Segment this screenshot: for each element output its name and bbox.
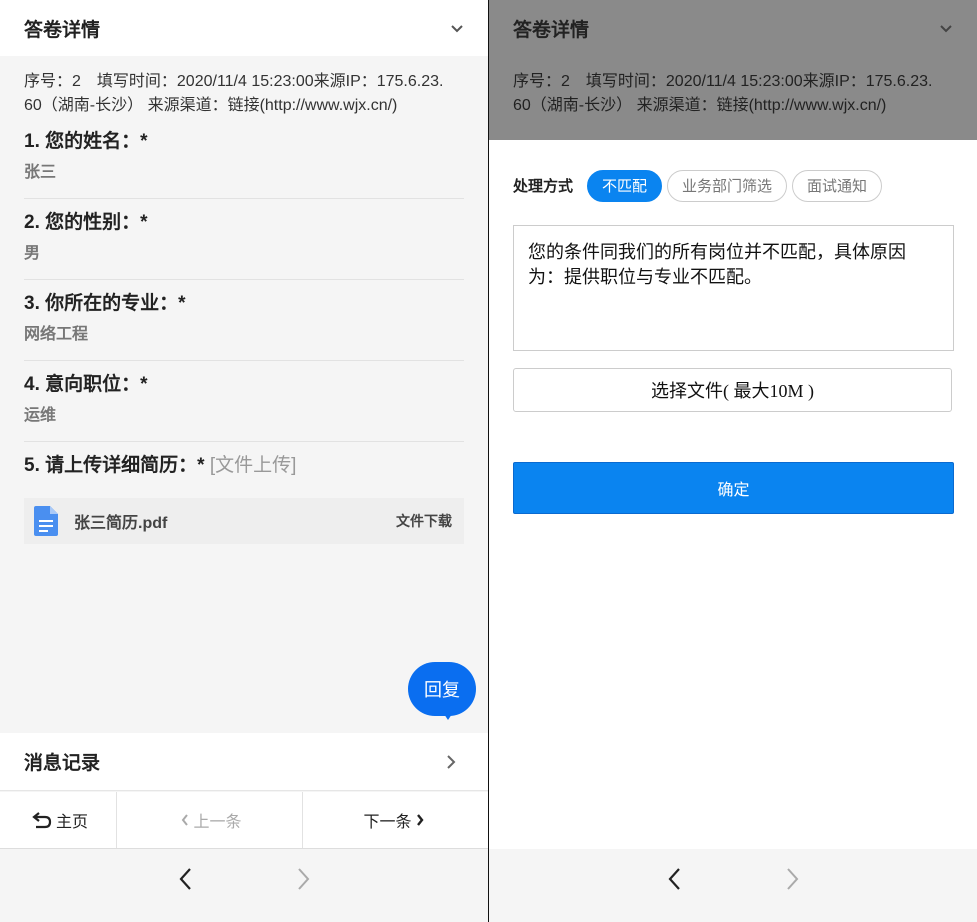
reply-panel: 答卷详情 序号：2 填写时间：2020/11/4 15:23:00来源IP：17…	[489, 0, 977, 922]
meta-line-1: 序号：2 填写时间：2020/11/4 15:23:00来源IP：175.6.2…	[24, 73, 444, 90]
prev-label: 上一条	[193, 814, 242, 831]
question-title-text: 5. 请上传详细简历：*	[24, 455, 205, 476]
option-interview-notice[interactable]: 面试通知	[792, 169, 883, 202]
file-download-link[interactable]: 文件下载	[396, 511, 452, 531]
confirm-button[interactable]: 确定	[513, 462, 954, 514]
browser-forward-icon[interactable]	[783, 866, 803, 892]
question-title: 3. 你所在的专业：*	[24, 293, 186, 314]
process-method-row: 处理方式 不匹配 业务部门筛选 面试通知	[513, 169, 887, 202]
question-item: 1. 您的姓名：* 张三	[24, 118, 464, 199]
reply-bubble-tail	[440, 708, 456, 720]
meta-line-1: 序号：2 填写时间：2020/11/4 15:23:00来源IP：175.6.2…	[513, 73, 933, 90]
chevron-down-icon[interactable]	[450, 21, 464, 35]
message-record-label: 消息记录	[24, 753, 101, 774]
question-title: 2. 您的性别：*	[24, 212, 148, 233]
question-answer: 网络工程	[24, 326, 89, 343]
document-icon	[34, 506, 58, 536]
bottom-navigation: 主页 上一条 下一条	[0, 792, 488, 849]
question-answer: 男	[24, 245, 41, 262]
home-label: 主页	[55, 814, 88, 831]
question-answer: 张三	[24, 164, 57, 181]
meta-line-2: 60（湖南-长沙） 来源渠道：链接(http://www.wjx.cn/)	[24, 97, 398, 114]
question-answer: 运维	[24, 407, 57, 424]
chevron-down-icon	[940, 25, 952, 33]
question-item: 4. 意向职位：* 运维	[24, 361, 464, 442]
message-record-row[interactable]: 消息记录	[0, 733, 488, 791]
chevron-right-icon	[416, 814, 424, 826]
chevron-left-icon	[182, 814, 189, 826]
uploaded-file-row: 张三简历.pdf 文件下载	[24, 498, 464, 544]
page-title: 答卷详情	[513, 19, 590, 41]
option-mismatch[interactable]: 不匹配	[587, 169, 663, 202]
browser-toolbar	[489, 849, 977, 922]
browser-toolbar	[0, 849, 488, 922]
header: 答卷详情	[489, 0, 977, 56]
browser-forward-icon[interactable]	[294, 866, 314, 892]
browser-back-icon[interactable]	[665, 866, 685, 892]
meta-line-2: 60（湖南-长沙） 来源渠道：链接(http://www.wjx.cn/)	[513, 97, 887, 114]
choose-file-button[interactable]: 选择文件( 最大10M )	[513, 368, 952, 412]
option-department-screening[interactable]: 业务部门筛选	[667, 169, 788, 202]
next-label: 下一条	[363, 814, 412, 831]
file-name: 张三简历.pdf	[74, 515, 168, 532]
question-item: 3. 你所在的专业：* 网络工程	[24, 280, 464, 361]
prev-button[interactable]: 上一条	[117, 792, 303, 848]
dimmed-header-overlay[interactable]: 答卷详情 序号：2 填写时间：2020/11/4 15:23:00来源IP：17…	[489, 0, 977, 140]
question-title: 4. 意向职位：*	[24, 374, 148, 395]
question-item: 2. 您的性别：* 男	[24, 199, 464, 280]
question-title: 1. 您的姓名：*	[24, 131, 148, 152]
home-button[interactable]: 主页	[0, 792, 117, 848]
reply-message-textarea[interactable]: 您的条件同我们的所有岗位并不匹配，具体原因为：提供职位与专业不匹配。	[513, 225, 954, 351]
question-type-tag: [文件上传]	[209, 455, 297, 476]
browser-back-icon[interactable]	[176, 866, 196, 892]
question-item: 5. 请上传详细简历：* [文件上传]	[24, 442, 464, 494]
page-title: 答卷详情	[24, 19, 101, 41]
next-button[interactable]: 下一条	[303, 792, 488, 848]
response-meta: 序号：2 填写时间：2020/11/4 15:23:00来源IP：175.6.2…	[0, 56, 488, 118]
return-arrow-icon	[32, 812, 52, 829]
answer-detail-panel: 答卷详情 序号：2 填写时间：2020/11/4 15:23:00来源IP：17…	[0, 0, 488, 922]
process-method-label: 处理方式	[513, 178, 574, 195]
header[interactable]: 答卷详情	[0, 0, 488, 56]
chevron-right-icon	[447, 754, 456, 769]
question-title: 5. 请上传详细简历：* [文件上传]	[24, 452, 464, 480]
response-meta: 序号：2 填写时间：2020/11/4 15:23:00来源IP：175.6.2…	[489, 56, 977, 118]
